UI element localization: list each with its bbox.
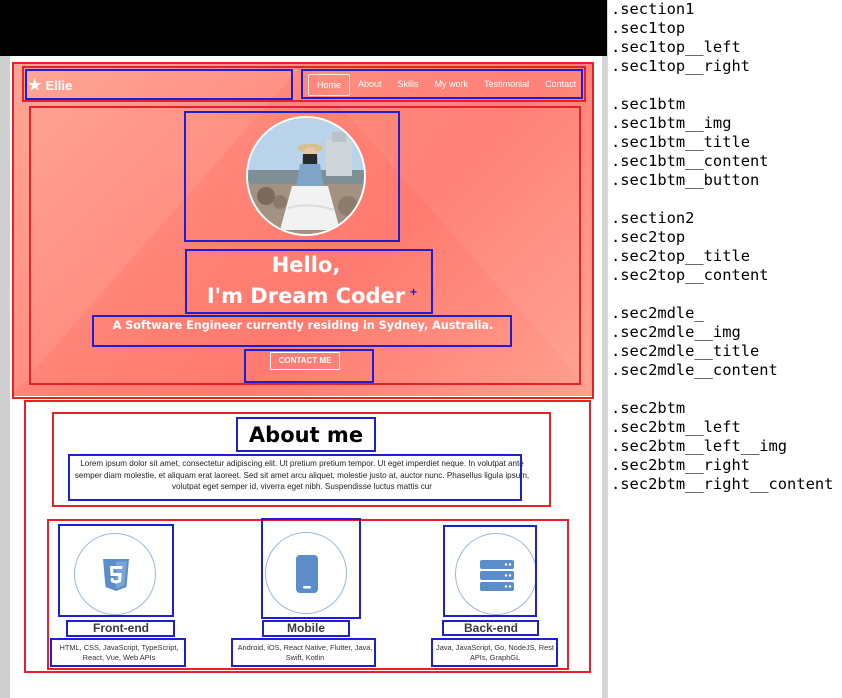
class-name: .sec2mdle__title xyxy=(611,342,760,360)
class-name: .sec2top xyxy=(611,228,686,246)
class-name: .sec2top__title xyxy=(611,247,750,265)
class-name: .sec2top__content xyxy=(611,266,769,284)
class-name: .section2 xyxy=(611,209,695,227)
annotation-box-sec1top-right xyxy=(301,69,583,99)
class-name: .sec1btm__content xyxy=(611,152,769,170)
annotation-box-skill-title-frontend xyxy=(66,620,175,637)
annotation-box-skill-title-mobile xyxy=(262,620,350,637)
class-name: .sec1btm__img xyxy=(611,114,732,132)
annotation-box-skill-img-frontend xyxy=(58,524,174,617)
class-name: .sec2mdle_ xyxy=(611,304,704,322)
class-name: .sec1top__left xyxy=(611,38,741,56)
class-name: .sec1btm__button xyxy=(611,171,760,189)
annotation-box-skill-desc-backend xyxy=(431,638,558,667)
class-name: .sec1btm xyxy=(611,95,686,113)
annotated-website-screenshot: ★ Ellie Home About Skills My work Testimo… xyxy=(0,0,607,698)
class-name: .sec2btm__right__content xyxy=(611,475,834,493)
class-name: .sec2btm__left__img xyxy=(611,437,788,455)
annotation-box-sec1btm-content xyxy=(92,315,512,347)
annotation-box-sec2top-title xyxy=(236,417,376,452)
annotation-box-sec1btm-button xyxy=(244,349,374,383)
left-gutter xyxy=(0,56,10,698)
annotation-box-sec1btm-title xyxy=(185,249,433,314)
annotation-box-skill-desc-frontend xyxy=(50,638,186,667)
annotation-box-sec1btm-img xyxy=(184,111,400,242)
annotation-box-sec1top-left xyxy=(25,69,293,100)
annotation-box-skill-desc-mobile xyxy=(231,638,376,667)
class-name: .sec2btm__left xyxy=(611,418,741,436)
class-name: .sec2mdle__img xyxy=(611,323,741,341)
class-name: .sec1btm__title xyxy=(611,133,750,151)
class-name: .sec1top xyxy=(611,19,686,37)
class-name: .sec2mdle__content xyxy=(611,361,778,379)
annotation-box-skill-img-backend xyxy=(443,525,537,617)
class-name: .sec2btm xyxy=(611,399,686,417)
class-name-list: .section1 .sec1top .sec1top__left .sec1t… xyxy=(607,0,842,698)
class-name: .section1 xyxy=(611,0,695,18)
black-top-bar xyxy=(0,0,607,56)
annotation-box-skill-img-mobile xyxy=(261,518,361,619)
class-name: .sec1top__right xyxy=(611,57,750,75)
class-name: .sec2btm__right xyxy=(611,456,750,474)
annotation-box-skill-title-backend xyxy=(442,620,539,636)
annotation-box-sec2top-content xyxy=(68,454,522,501)
